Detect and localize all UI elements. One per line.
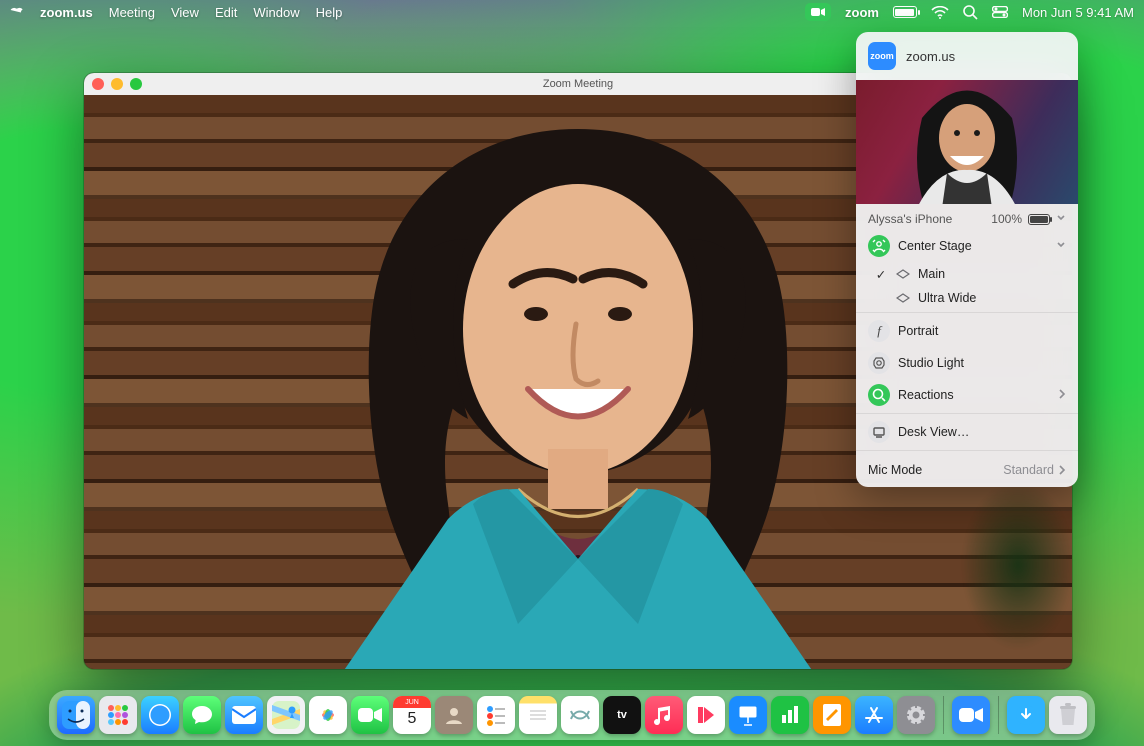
portrait-icon: f (868, 320, 890, 342)
video-control-panel: zoom zoom.us Alyssa's iPhone 100% Center… (856, 32, 1078, 487)
dock-finder[interactable] (57, 696, 95, 734)
dock-pages[interactable] (813, 696, 851, 734)
device-battery-pct: 100% (991, 212, 1022, 226)
apple-menu-icon[interactable] (10, 4, 24, 20)
dock-separator (998, 696, 999, 734)
center-stage-label: Center Stage (898, 239, 1048, 253)
dock-trash[interactable] (1049, 696, 1087, 734)
spotlight-icon[interactable] (963, 5, 978, 20)
device-chevron-icon[interactable] (1056, 212, 1066, 226)
lens-icon (896, 269, 910, 279)
chevron-right-icon (1058, 388, 1066, 402)
dock-tv[interactable]: tv (603, 696, 641, 734)
menu-help[interactable]: Help (316, 5, 343, 20)
desk-view-label: Desk View… (898, 425, 1066, 439)
dock-messages[interactable] (183, 696, 221, 734)
dock-separator (943, 696, 944, 734)
dock-system-settings[interactable] (897, 696, 935, 734)
close-button[interactable] (92, 78, 104, 90)
dock-numbers[interactable] (771, 696, 809, 734)
panel-header: zoom zoom.us (856, 32, 1078, 80)
control-center-icon[interactable] (992, 6, 1008, 18)
menu-edit[interactable]: Edit (215, 5, 237, 20)
device-name: Alyssa's iPhone (868, 212, 952, 226)
dock-mail[interactable] (225, 696, 263, 734)
mic-mode-value: Standard (1003, 463, 1054, 477)
dock-facetime[interactable] (351, 696, 389, 734)
camera-status-icon[interactable] (805, 3, 831, 21)
lens-main-label: Main (918, 267, 945, 281)
dock-launchpad[interactable] (99, 696, 137, 734)
dock-zoom[interactable] (952, 696, 990, 734)
menu-window[interactable]: Window (253, 5, 299, 20)
checkmark-icon: ✓ (874, 267, 888, 282)
dock-keynote[interactable] (729, 696, 767, 734)
main-participant-video (218, 95, 938, 669)
dock-calendar[interactable]: JUN 5 (393, 696, 431, 734)
dock-reminders[interactable] (477, 696, 515, 734)
mic-mode-label: Mic Mode (868, 463, 922, 477)
reactions-row[interactable]: Reactions (856, 379, 1078, 411)
studio-light-icon (868, 352, 890, 374)
chevron-down-icon (1056, 239, 1066, 253)
dock-freeform[interactable] (561, 696, 599, 734)
panel-app-name: zoom.us (906, 49, 955, 64)
zoom-app-icon: zoom (868, 42, 896, 70)
mic-mode-row[interactable]: Mic Mode Standard (856, 453, 1078, 487)
minimize-button[interactable] (111, 78, 123, 90)
fullscreen-button[interactable] (130, 78, 142, 90)
device-battery-icon (1028, 214, 1050, 225)
studio-light-row[interactable]: Studio Light (856, 347, 1078, 379)
window-traffic-lights[interactable] (92, 78, 142, 90)
dock-notes[interactable] (519, 696, 557, 734)
dock-appstore[interactable] (855, 696, 893, 734)
reactions-label: Reactions (898, 388, 1050, 402)
lens-icon (896, 293, 910, 303)
portrait-row[interactable]: f Portrait (856, 315, 1078, 347)
lens-main-row[interactable]: ✓ Main (856, 262, 1078, 286)
lens-ultrawide-row[interactable]: Ultra Wide (856, 286, 1078, 310)
menubar-clock[interactable]: Mon Jun 5 9:41 AM (1022, 5, 1134, 20)
calendar-month: JUN (393, 696, 431, 708)
camera-preview (856, 80, 1078, 204)
dock-music[interactable] (645, 696, 683, 734)
window-title: Zoom Meeting (543, 78, 613, 90)
menu-view[interactable]: View (171, 5, 199, 20)
chevron-right-icon (1058, 465, 1066, 475)
desk-view-icon (868, 421, 890, 443)
menubar: zoom.us Meeting View Edit Window Help zo… (0, 0, 1144, 24)
studio-light-label: Studio Light (898, 356, 1066, 370)
lens-ultra-label: Ultra Wide (918, 291, 976, 305)
dock-photos[interactable] (309, 696, 347, 734)
dock-downloads[interactable] (1007, 696, 1045, 734)
dock-safari[interactable] (141, 696, 179, 734)
wifi-icon[interactable] (931, 6, 949, 19)
dock-news[interactable] (687, 696, 725, 734)
desk-view-row[interactable]: Desk View… (856, 416, 1078, 448)
calendar-day: 5 (393, 710, 431, 728)
menu-meeting[interactable]: Meeting (109, 5, 155, 20)
device-header: Alyssa's iPhone 100% (856, 204, 1078, 230)
status-app-label: zoom (845, 5, 879, 20)
center-stage-icon (868, 235, 890, 257)
center-stage-row[interactable]: Center Stage (856, 230, 1078, 262)
app-menu[interactable]: zoom.us (40, 5, 93, 20)
reactions-icon (868, 384, 890, 406)
dock-contacts[interactable] (435, 696, 473, 734)
menubar-battery-icon[interactable] (893, 6, 917, 18)
dock-maps[interactable] (267, 696, 305, 734)
dock: JUN 5 tv (49, 690, 1095, 740)
portrait-label: Portrait (898, 324, 1066, 338)
